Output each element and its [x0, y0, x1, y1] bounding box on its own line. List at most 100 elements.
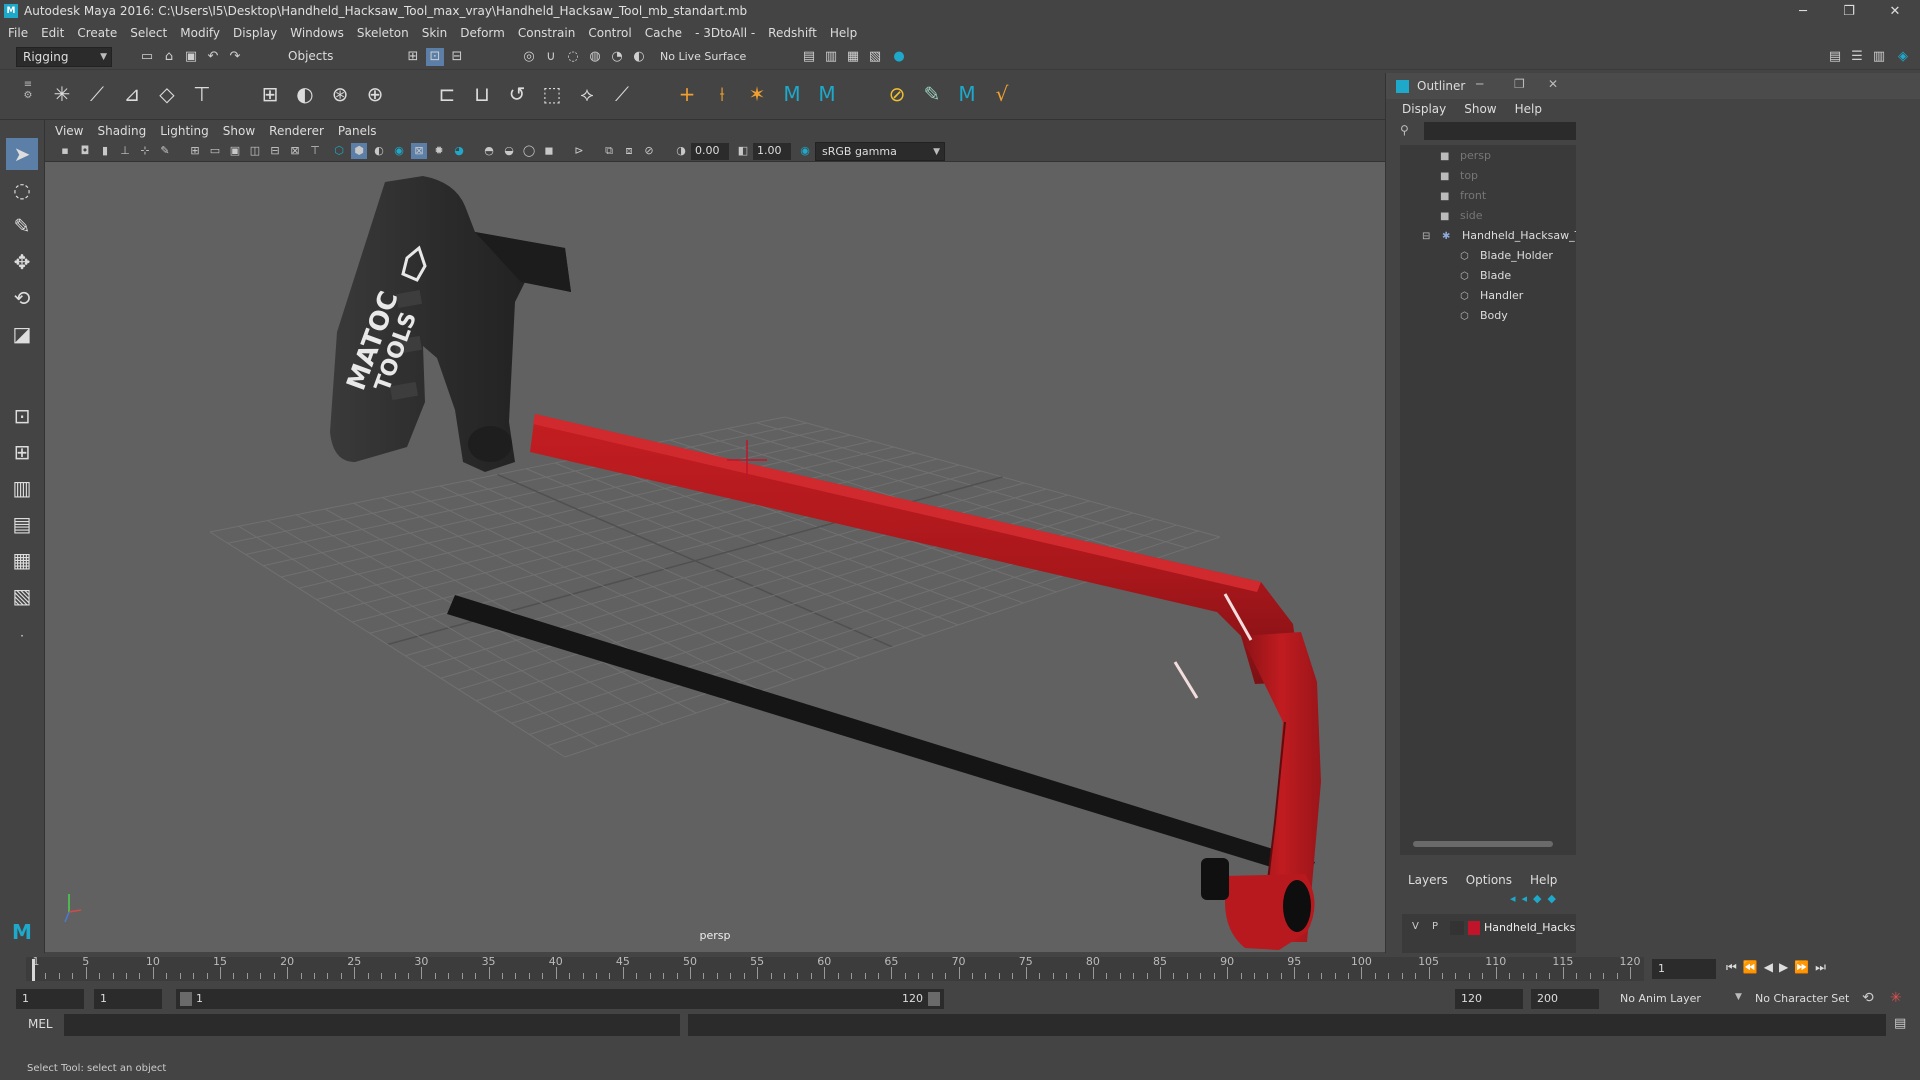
shadows-icon[interactable]: ◕ — [451, 143, 467, 159]
hypershade-icon[interactable]: ● — [890, 48, 908, 66]
outliner-minimize-button[interactable]: ─ — [1476, 77, 1483, 91]
wireframe-icon[interactable]: ⬡ — [331, 143, 347, 159]
paint-select-tool-icon[interactable]: ✎ — [6, 210, 38, 242]
field-chart-icon[interactable]: ⊟ — [267, 143, 283, 159]
layer-action-icons[interactable]: ◂◂◆◆ — [1510, 892, 1562, 905]
render-frame-icon[interactable]: ▥ — [822, 48, 840, 66]
menu-modify[interactable]: Modify — [180, 26, 220, 40]
motion-blur-icon[interactable]: ◒ — [501, 143, 517, 159]
menu-edit[interactable]: Edit — [41, 26, 64, 40]
gamma-field[interactable]: 1.00 — [753, 143, 791, 160]
wireframe-on-shaded-icon[interactable]: ◐ — [371, 143, 387, 159]
use-default-material-icon[interactable]: ◉ — [391, 143, 407, 159]
maximize-button[interactable]: ❐ — [1826, 0, 1872, 22]
layer-menu-help[interactable]: Help — [1530, 873, 1557, 887]
snap-vertex-icon[interactable]: ◐ — [630, 48, 648, 66]
time-slider[interactable]: 1 5 10 15 20 25 30 35 40 45 50 55 60 65 70 75 80 85 90 95 10… — [0, 953, 1920, 985]
hypershade-layout-icon[interactable]: ▦ — [6, 544, 38, 576]
create-joints-icon[interactable]: ✳ — [47, 79, 77, 109]
save-scene-icon[interactable]: ▣ — [182, 48, 200, 66]
outliner-item-hacksaw-group[interactable]: ⊟ ✱ Handheld_Hacksaw_Tool_n — [1400, 227, 1576, 245]
bookmark-icon[interactable]: ▮ — [97, 143, 113, 159]
tool-settings-toggle-icon[interactable]: ▥ — [1870, 48, 1888, 66]
xray-joints-icon[interactable]: ⊘ — [641, 143, 657, 159]
perspective-viewport[interactable]: MATOC TOOLS persp — [45, 162, 1385, 952]
resolution-gate-icon[interactable]: ▣ — [227, 143, 243, 159]
cluster-icon[interactable]: ⊕ — [360, 79, 390, 109]
menu-file[interactable]: File — [8, 26, 28, 40]
open-scene-icon[interactable]: ⌂ — [160, 48, 178, 66]
persp-graph-layout-icon[interactable]: ▤ — [6, 508, 38, 540]
layer-color-swatch[interactable] — [1468, 921, 1480, 935]
aim-constraint-icon[interactable]: ⟡ — [572, 79, 602, 109]
script-editor-icon[interactable]: ▤ — [1894, 1016, 1906, 1031]
pole-vector-icon[interactable]: ⟋ — [607, 79, 637, 109]
menu-skin[interactable]: Skin — [422, 26, 448, 40]
outliner-menu-show[interactable]: Show — [1464, 102, 1496, 116]
gate-mask-icon[interactable]: ◫ — [247, 143, 263, 159]
grid-toggle-icon[interactable]: ⊞ — [187, 143, 203, 159]
textured-icon[interactable]: ⊠ — [411, 143, 427, 159]
playback-controls[interactable]: ⏮⏪◀▶⏩⏭ — [1726, 960, 1832, 975]
ipr-render-icon[interactable]: ▦ — [844, 48, 862, 66]
outliner-layout-icon[interactable]: ▧ — [6, 580, 38, 612]
outliner-item-blade[interactable]: ⬡ Blade — [1400, 267, 1576, 285]
safe-action-icon[interactable]: ⊠ — [287, 143, 303, 159]
single-perspective-layout-icon[interactable]: ⊡ — [6, 400, 38, 432]
scale-tool-icon[interactable]: ◪ — [6, 318, 38, 350]
menu-deform[interactable]: Deform — [460, 26, 505, 40]
grease-pencil-icon[interactable]: ✎ — [157, 143, 173, 159]
outliner-menu-help[interactable]: Help — [1515, 102, 1542, 116]
outliner-maximize-button[interactable]: ❐ — [1514, 77, 1525, 91]
range-end-handle[interactable] — [928, 992, 940, 1006]
layout-more-icon[interactable]: · — [6, 620, 38, 652]
scale-constraint-icon[interactable]: ⬚ — [537, 79, 567, 109]
menuset-dropdown[interactable]: Rigging ▼ — [16, 47, 112, 67]
outliner-search-input[interactable] — [1424, 122, 1576, 140]
menu-control[interactable]: Control — [588, 26, 631, 40]
humanik-icon[interactable]: ⊤ — [187, 79, 217, 109]
menu-redshift[interactable]: Redshift — [768, 26, 817, 40]
paint-tool-icon[interactable]: ✎ — [917, 79, 947, 109]
menu-3dtoall[interactable]: - 3DtoAll - — [695, 26, 755, 40]
gamma-icon[interactable]: ◧ — [735, 143, 751, 159]
snap-curve-icon[interactable]: ∪ — [542, 48, 560, 66]
film-gate-icon[interactable]: ▭ — [207, 143, 223, 159]
select-object-icon[interactable]: ⊡ — [426, 48, 444, 66]
layer-visibility-toggle[interactable]: V — [1412, 921, 1419, 932]
exposure-icon[interactable]: ◑ — [673, 143, 689, 159]
select-component-icon[interactable]: ⊟ — [448, 48, 466, 66]
collapse-icon[interactable]: ⊟ — [1422, 228, 1436, 245]
outliner-menu-display[interactable]: Display — [1402, 102, 1446, 116]
checkmark-tool-icon[interactable]: √ — [987, 79, 1017, 109]
select-tool-icon[interactable]: ➤ — [6, 138, 38, 170]
select-camera-icon[interactable]: ▪ — [57, 143, 73, 159]
point-constraint-icon[interactable]: ⊔ — [467, 79, 497, 109]
undo-icon[interactable]: ↶ — [204, 48, 222, 66]
xray-active-icon[interactable]: ⧈ — [621, 143, 637, 159]
camera-attributes-icon[interactable]: ◘ — [77, 143, 93, 159]
scene-end-field[interactable]: 200 — [1531, 989, 1599, 1009]
channel-box-toggle-icon[interactable]: ☰ — [1848, 48, 1866, 66]
viewport-menu-panels[interactable]: Panels — [338, 124, 377, 138]
current-frame-field[interactable]: 1 — [1652, 959, 1716, 979]
viewport-menu-show[interactable]: Show — [223, 124, 255, 138]
depth-of-field-icon[interactable]: ◼ — [541, 143, 557, 159]
live-surface-label[interactable]: No Live Surface — [660, 50, 746, 63]
redo-icon[interactable]: ↷ — [226, 48, 244, 66]
maya-tool-b-icon[interactable]: M — [812, 79, 842, 109]
shelf-options-icon[interactable]: ≡ ⚙ — [22, 79, 34, 113]
viewport-menu-lighting[interactable]: Lighting — [160, 124, 209, 138]
orient-constraint-icon[interactable]: ↺ — [502, 79, 532, 109]
select-hierarchy-icon[interactable]: ⊞ — [404, 48, 422, 66]
range-start-handle[interactable] — [180, 992, 192, 1006]
minimize-button[interactable]: ─ — [1780, 0, 1826, 22]
anti-aliasing-icon[interactable]: ◯ — [521, 143, 537, 159]
snap-grid-icon[interactable]: ◎ — [520, 48, 538, 66]
scrollbar-thumb[interactable] — [1413, 841, 1553, 847]
smooth-shade-icon[interactable]: ⬢ — [351, 143, 367, 159]
menu-help[interactable]: Help — [830, 26, 857, 40]
menu-constrain[interactable]: Constrain — [518, 26, 576, 40]
menu-skeleton[interactable]: Skeleton — [357, 26, 409, 40]
rotate-tool-icon[interactable]: ⟲ — [6, 282, 38, 314]
